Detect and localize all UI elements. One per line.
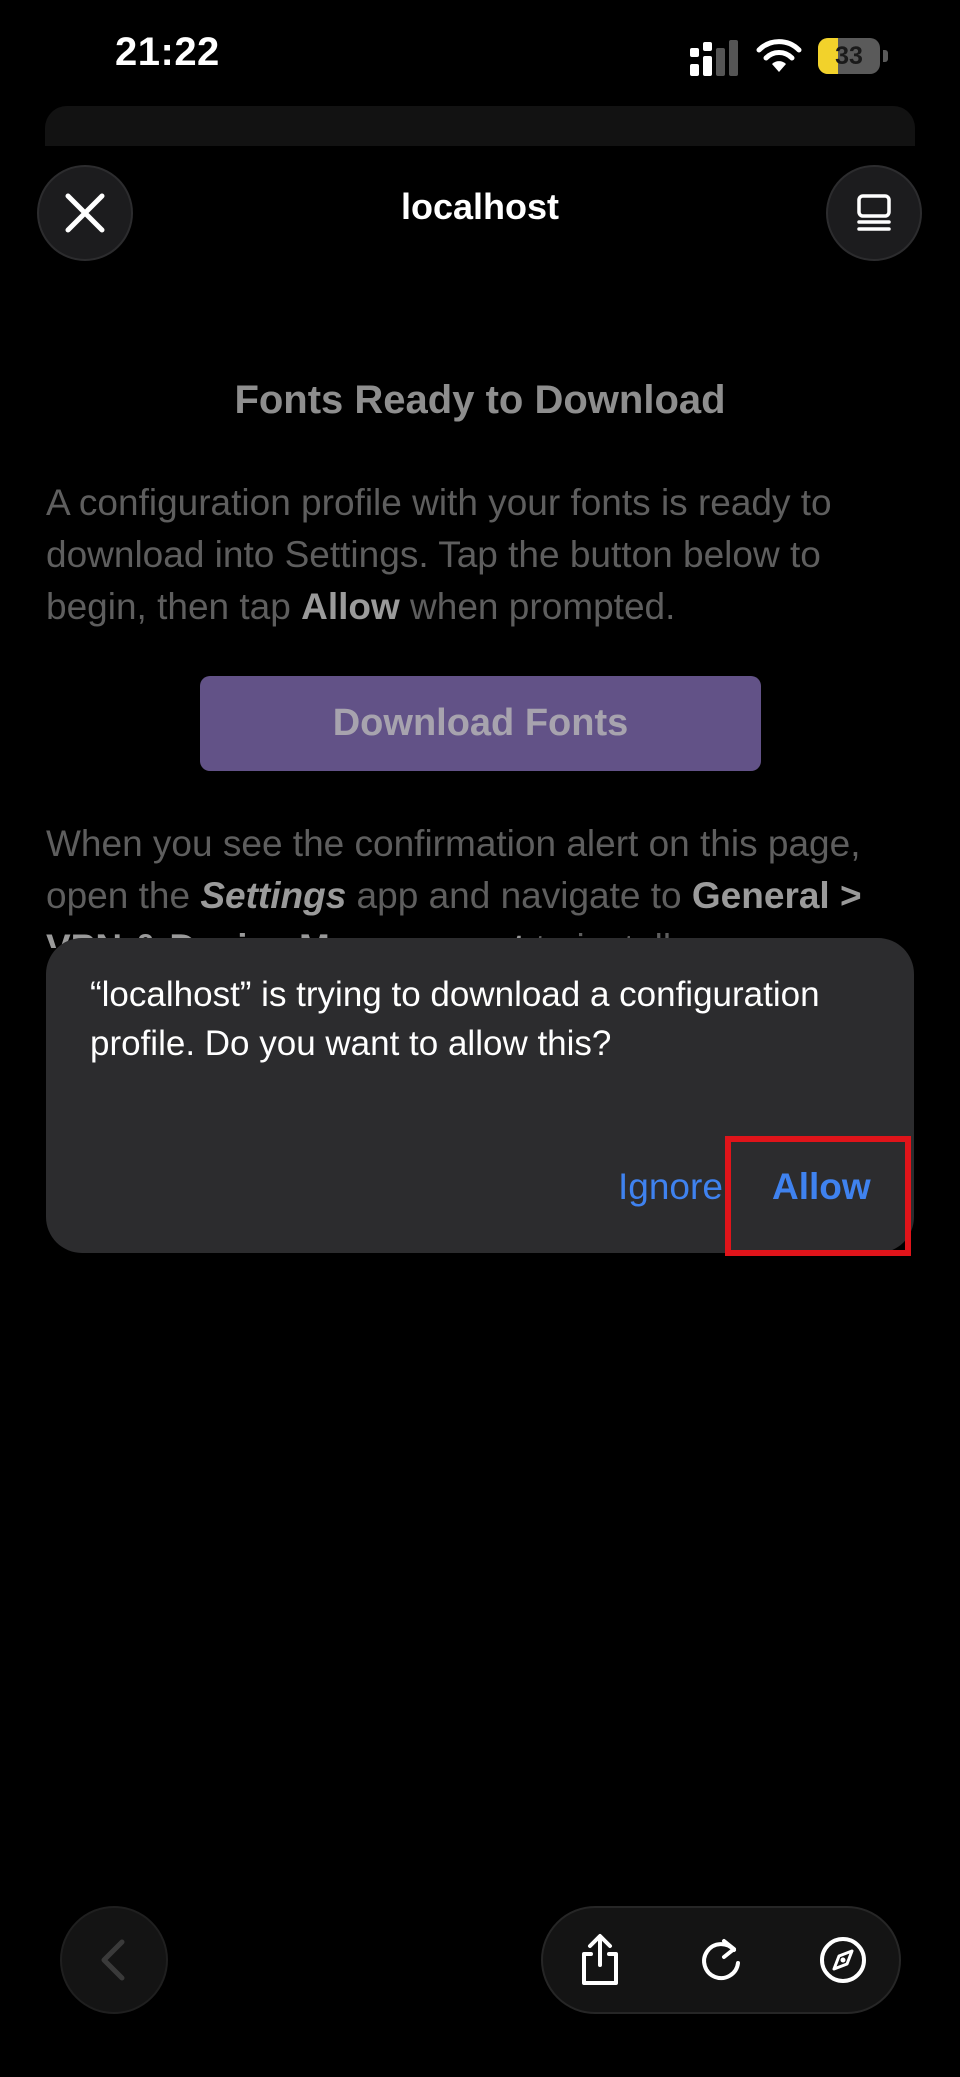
- battery-icon: 33: [818, 38, 890, 74]
- cellular-signal-icon: [690, 40, 738, 76]
- tabs-button[interactable]: [826, 165, 922, 261]
- ignore-button[interactable]: Ignore: [618, 1166, 723, 1208]
- back-button[interactable]: [60, 1906, 168, 2014]
- reload-button[interactable]: [691, 1930, 751, 1990]
- chevron-left-icon: [101, 1939, 125, 1981]
- settings-instructions-paragraph: When you see the confirmation alert on t…: [46, 823, 862, 948]
- tabs-icon: [857, 194, 891, 231]
- site-title: localhost: [400, 186, 560, 227]
- reload-icon: [702, 1939, 740, 1981]
- battery-percent: 33: [835, 42, 863, 70]
- wifi-icon: [756, 39, 802, 72]
- page-heading: Fonts Ready to Download: [234, 378, 726, 422]
- allow-highlight-box: [725, 1136, 911, 1256]
- alert-message: “localhost” is trying to download a conf…: [90, 975, 820, 1063]
- browser-toolbar: [541, 1906, 901, 2014]
- share-button[interactable]: [570, 1930, 630, 1990]
- instructions-paragraph: A configuration profile with your fonts …: [46, 482, 832, 627]
- status-time: 21:22: [115, 30, 220, 74]
- compass-button[interactable]: [813, 1930, 873, 1990]
- share-icon: [582, 1934, 618, 1985]
- compass-icon: [820, 1937, 866, 1983]
- previous-card-edge: [45, 106, 915, 146]
- download-fonts-button[interactable]: Download Fonts: [200, 676, 761, 771]
